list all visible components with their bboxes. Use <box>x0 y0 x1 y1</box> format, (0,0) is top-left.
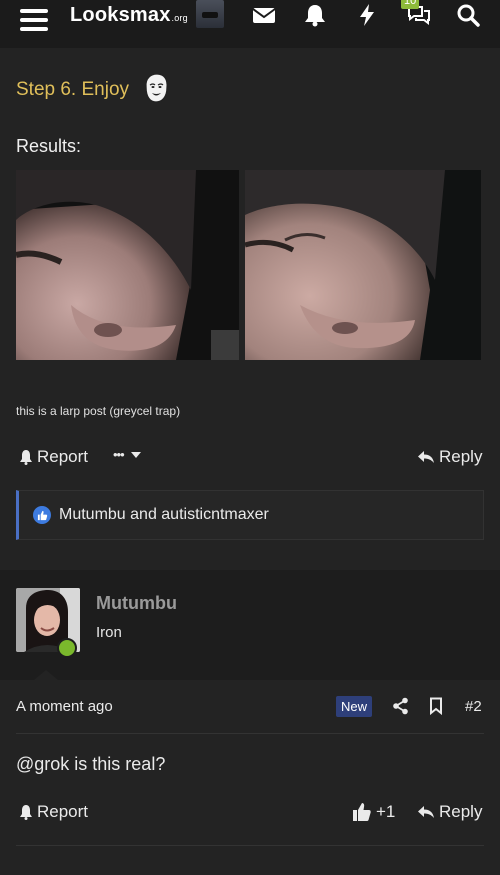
more-options-button[interactable]: ••• <box>113 447 142 462</box>
divider <box>16 733 484 734</box>
thumbs-up-icon <box>33 506 51 524</box>
search-icon[interactable] <box>456 3 482 27</box>
user-block-pointer <box>34 670 58 680</box>
conversations-count-badge: 10 <box>401 0 420 9</box>
like-button[interactable]: +1 <box>352 802 395 822</box>
wojak-emoji <box>145 73 168 103</box>
post-number[interactable]: #2 <box>465 698 482 715</box>
bolt-icon[interactable] <box>354 3 380 27</box>
bell-icon <box>20 450 32 465</box>
reply-button-2[interactable]: Reply <box>417 802 482 822</box>
before-photo[interactable] <box>16 170 239 360</box>
step-heading: Step 6. Enjoy <box>16 79 130 100</box>
reply-button[interactable]: Reply <box>417 447 482 467</box>
divider-bottom <box>16 845 484 846</box>
results-label: Results: <box>16 136 82 156</box>
share-icon[interactable] <box>392 697 410 715</box>
caret-down-icon <box>130 451 141 458</box>
reply-icon <box>418 451 434 463</box>
reactions-text[interactable]: Mutumbu and autisticntmaxer <box>59 506 269 524</box>
top-navigation-bar: Looksmax.org 10 <box>0 0 500 48</box>
bookmark-icon[interactable] <box>428 697 444 715</box>
thumbs-up-icon <box>353 803 371 821</box>
reactions-summary[interactable]: Mutumbu and autisticntmaxer <box>16 490 484 540</box>
user-avatar[interactable] <box>196 0 224 28</box>
post-message: @grok is this real? <box>16 754 166 774</box>
online-status-indicator <box>57 638 77 658</box>
envelope-icon[interactable] <box>251 3 277 27</box>
post-timestamp[interactable]: A moment ago <box>16 698 113 715</box>
post-username[interactable]: Mutumbu <box>96 593 177 614</box>
report-button[interactable]: Report <box>18 447 88 467</box>
bell-icon <box>20 805 32 820</box>
site-logo[interactable]: Looksmax.org <box>70 4 188 29</box>
post-caption: this is a larp post (greycel trap) <box>16 404 181 418</box>
user-rank-title: Iron <box>96 624 122 641</box>
report-button-2[interactable]: Report <box>18 802 88 822</box>
after-photo[interactable] <box>245 170 481 360</box>
hamburger-icon[interactable] <box>20 9 48 35</box>
bell-icon[interactable] <box>302 3 328 27</box>
new-badge: New <box>336 696 373 717</box>
reply-icon <box>418 806 434 818</box>
